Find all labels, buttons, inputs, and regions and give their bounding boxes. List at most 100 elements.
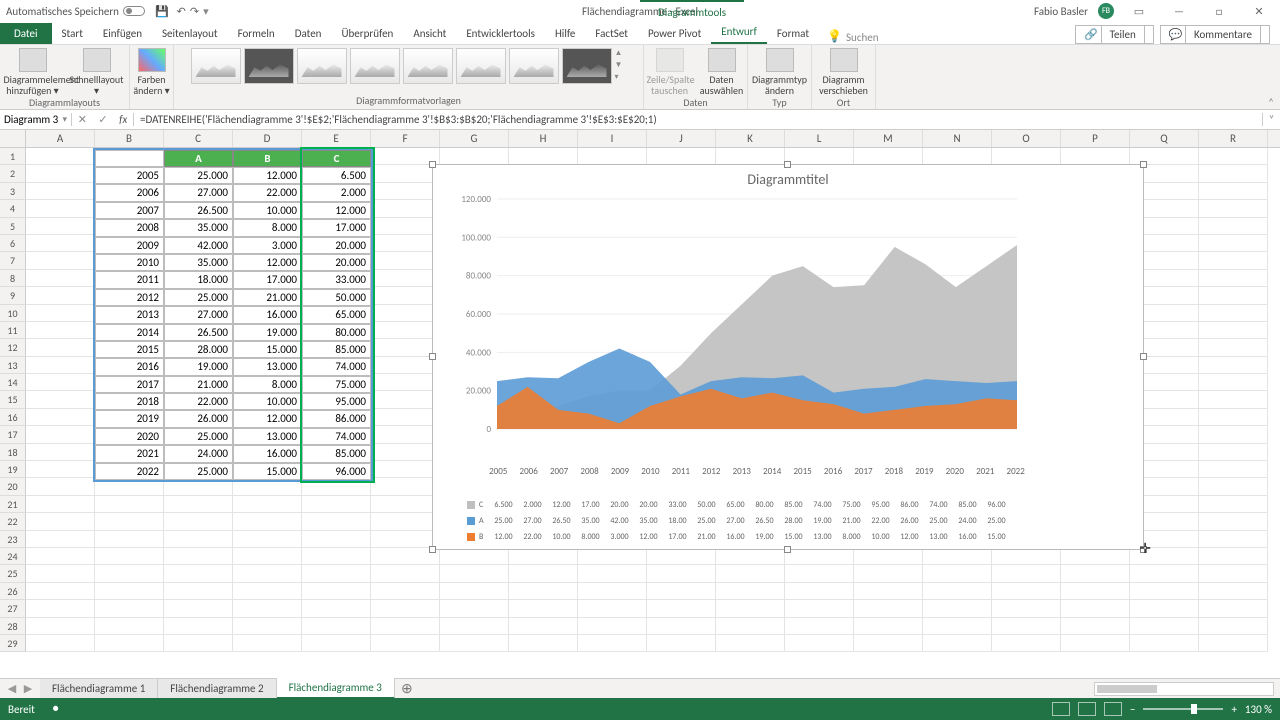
view-normal-icon[interactable]: [1052, 702, 1070, 716]
chart-style-3[interactable]: [297, 48, 347, 84]
tab-entwicklertools[interactable]: Entwicklertools: [456, 23, 545, 44]
row-header-21[interactable]: 21: [0, 496, 26, 513]
row-header-15[interactable]: 15: [0, 391, 26, 408]
row-header-18[interactable]: 18: [0, 444, 26, 461]
select-data-button[interactable]: Daten auswählen: [699, 48, 745, 96]
row-header-2[interactable]: 2: [0, 165, 26, 182]
chart-style-2[interactable]: [244, 48, 294, 84]
tab-datei[interactable]: Datei: [0, 23, 52, 44]
search-label[interactable]: Suchen: [846, 31, 879, 44]
row-header-29[interactable]: 29: [0, 635, 26, 652]
tab-ansicht[interactable]: Ansicht: [403, 23, 456, 44]
chart-style-1[interactable]: [191, 48, 241, 84]
row-header-12[interactable]: 12: [0, 339, 26, 356]
fx-icon[interactable]: fx: [119, 113, 127, 126]
move-chart-button[interactable]: Diagramm verschieben: [815, 48, 873, 96]
quick-layout-button[interactable]: Schnelllayout ▾: [68, 48, 126, 96]
change-colors-button[interactable]: Farben ändern ▾: [132, 48, 172, 96]
col-header-N[interactable]: N: [923, 130, 992, 147]
chart-title[interactable]: Diagrammtitel: [433, 165, 1143, 188]
tab-format[interactable]: Format: [767, 23, 819, 44]
col-header-H[interactable]: H: [509, 130, 578, 147]
search-icon[interactable]: 💡: [827, 29, 842, 44]
redo-icon[interactable]: ↷: [190, 5, 199, 18]
tab-formeln[interactable]: Formeln: [228, 23, 285, 44]
chart-styles-gallery[interactable]: ▲▼▾: [191, 48, 627, 84]
save-icon[interactable]: 💾: [155, 5, 169, 18]
row-header-16[interactable]: 16: [0, 409, 26, 426]
zoom-level[interactable]: 130 %: [1245, 703, 1272, 716]
autosave-toggle[interactable]: [123, 6, 145, 16]
sheet-tab-3[interactable]: Flächendiagramme 3: [277, 678, 395, 699]
tab-einfuegen[interactable]: Einfügen: [93, 23, 152, 44]
row-header-6[interactable]: 6: [0, 235, 26, 252]
sheet-tab-2[interactable]: Flächendiagramme 2: [158, 679, 276, 698]
tab-daten[interactable]: Daten: [285, 23, 332, 44]
tab-powerpivot[interactable]: Power Pivot: [638, 23, 711, 44]
row-header-9[interactable]: 9: [0, 287, 26, 304]
row-header-7[interactable]: 7: [0, 252, 26, 269]
col-header-P[interactable]: P: [1061, 130, 1130, 147]
col-header-Q[interactable]: Q: [1130, 130, 1199, 147]
row-header-3[interactable]: 3: [0, 183, 26, 200]
horizontal-scrollbar[interactable]: [1094, 682, 1274, 696]
accept-formula-icon[interactable]: ✓: [98, 113, 107, 126]
qat-dropdown-icon[interactable]: ▾: [203, 5, 209, 18]
row-header-8[interactable]: 8: [0, 270, 26, 287]
row-header-23[interactable]: 23: [0, 531, 26, 548]
zoom-out-icon[interactable]: −: [1130, 703, 1135, 716]
row-header-5[interactable]: 5: [0, 218, 26, 235]
add-sheet-button[interactable]: ⊕: [395, 680, 419, 697]
col-header-M[interactable]: M: [854, 130, 923, 147]
row-header-20[interactable]: 20: [0, 478, 26, 495]
view-pagelayout-icon[interactable]: [1078, 702, 1096, 716]
sheet-tab-1[interactable]: Flächendiagramme 1: [40, 679, 158, 698]
undo-icon[interactable]: ↶: [177, 5, 186, 18]
plot-area[interactable]: 020.00040.00060.00080.000100.000120.000: [473, 199, 1018, 449]
user-name[interactable]: Fabio Basler: [1034, 5, 1088, 18]
name-box[interactable]: Diagramm 3▾: [0, 113, 72, 126]
row-header-25[interactable]: 25: [0, 565, 26, 582]
chart-object[interactable]: Diagrammtitel 020.00040.00060.00080.0001…: [432, 164, 1144, 550]
row-header-4[interactable]: 4: [0, 200, 26, 217]
zoom-slider[interactable]: [1143, 708, 1223, 710]
col-header-L[interactable]: L: [785, 130, 854, 147]
chart-style-5[interactable]: [403, 48, 453, 84]
zoom-in-icon[interactable]: +: [1231, 703, 1236, 716]
col-header-I[interactable]: I: [578, 130, 647, 147]
tab-factset[interactable]: FactSet: [585, 23, 638, 44]
tab-start[interactable]: Start: [52, 23, 93, 44]
chart-style-6[interactable]: [456, 48, 506, 84]
share-button[interactable]: 🔗 Teilen: [1075, 25, 1153, 44]
sheet-nav-next-icon[interactable]: ▶: [24, 682, 32, 695]
row-header-1[interactable]: 1: [0, 148, 26, 165]
row-header-19[interactable]: 19: [0, 461, 26, 478]
col-header-D[interactable]: D: [233, 130, 302, 147]
formula-input[interactable]: =DATENREIHE('Flächendiagramme 3'!$E$2;'F…: [134, 113, 1262, 126]
ribbon-display-icon[interactable]: ▭: [1124, 5, 1154, 18]
row-header-14[interactable]: 14: [0, 374, 26, 391]
col-header-O[interactable]: O: [992, 130, 1061, 147]
row-header-17[interactable]: 17: [0, 426, 26, 443]
row-header-27[interactable]: 27: [0, 600, 26, 617]
minimize-icon[interactable]: —: [1164, 5, 1194, 18]
tab-ueberpruefen[interactable]: Überprüfen: [331, 23, 403, 44]
row-header-24[interactable]: 24: [0, 548, 26, 565]
chart-style-4[interactable]: [350, 48, 400, 84]
change-chart-type-button[interactable]: Diagrammtyp ändern: [751, 48, 809, 96]
macro-record-icon[interactable]: ⏺: [53, 702, 59, 716]
col-header-K[interactable]: K: [716, 130, 785, 147]
tab-entwurf[interactable]: Entwurf: [711, 21, 767, 44]
switch-row-col-button[interactable]: Zeile/Spalte tauschen: [647, 48, 693, 96]
col-header-J[interactable]: J: [647, 130, 716, 147]
col-header-G[interactable]: G: [440, 130, 509, 147]
col-header-R[interactable]: R: [1199, 130, 1268, 147]
row-header-26[interactable]: 26: [0, 583, 26, 600]
chart-style-8[interactable]: [562, 48, 612, 84]
col-header-C[interactable]: C: [164, 130, 233, 147]
cancel-formula-icon[interactable]: ✕: [78, 113, 87, 126]
tab-hilfe[interactable]: Hilfe: [545, 23, 585, 44]
row-header-28[interactable]: 28: [0, 618, 26, 635]
user-avatar[interactable]: FB: [1098, 3, 1114, 19]
col-header-F[interactable]: F: [371, 130, 440, 147]
